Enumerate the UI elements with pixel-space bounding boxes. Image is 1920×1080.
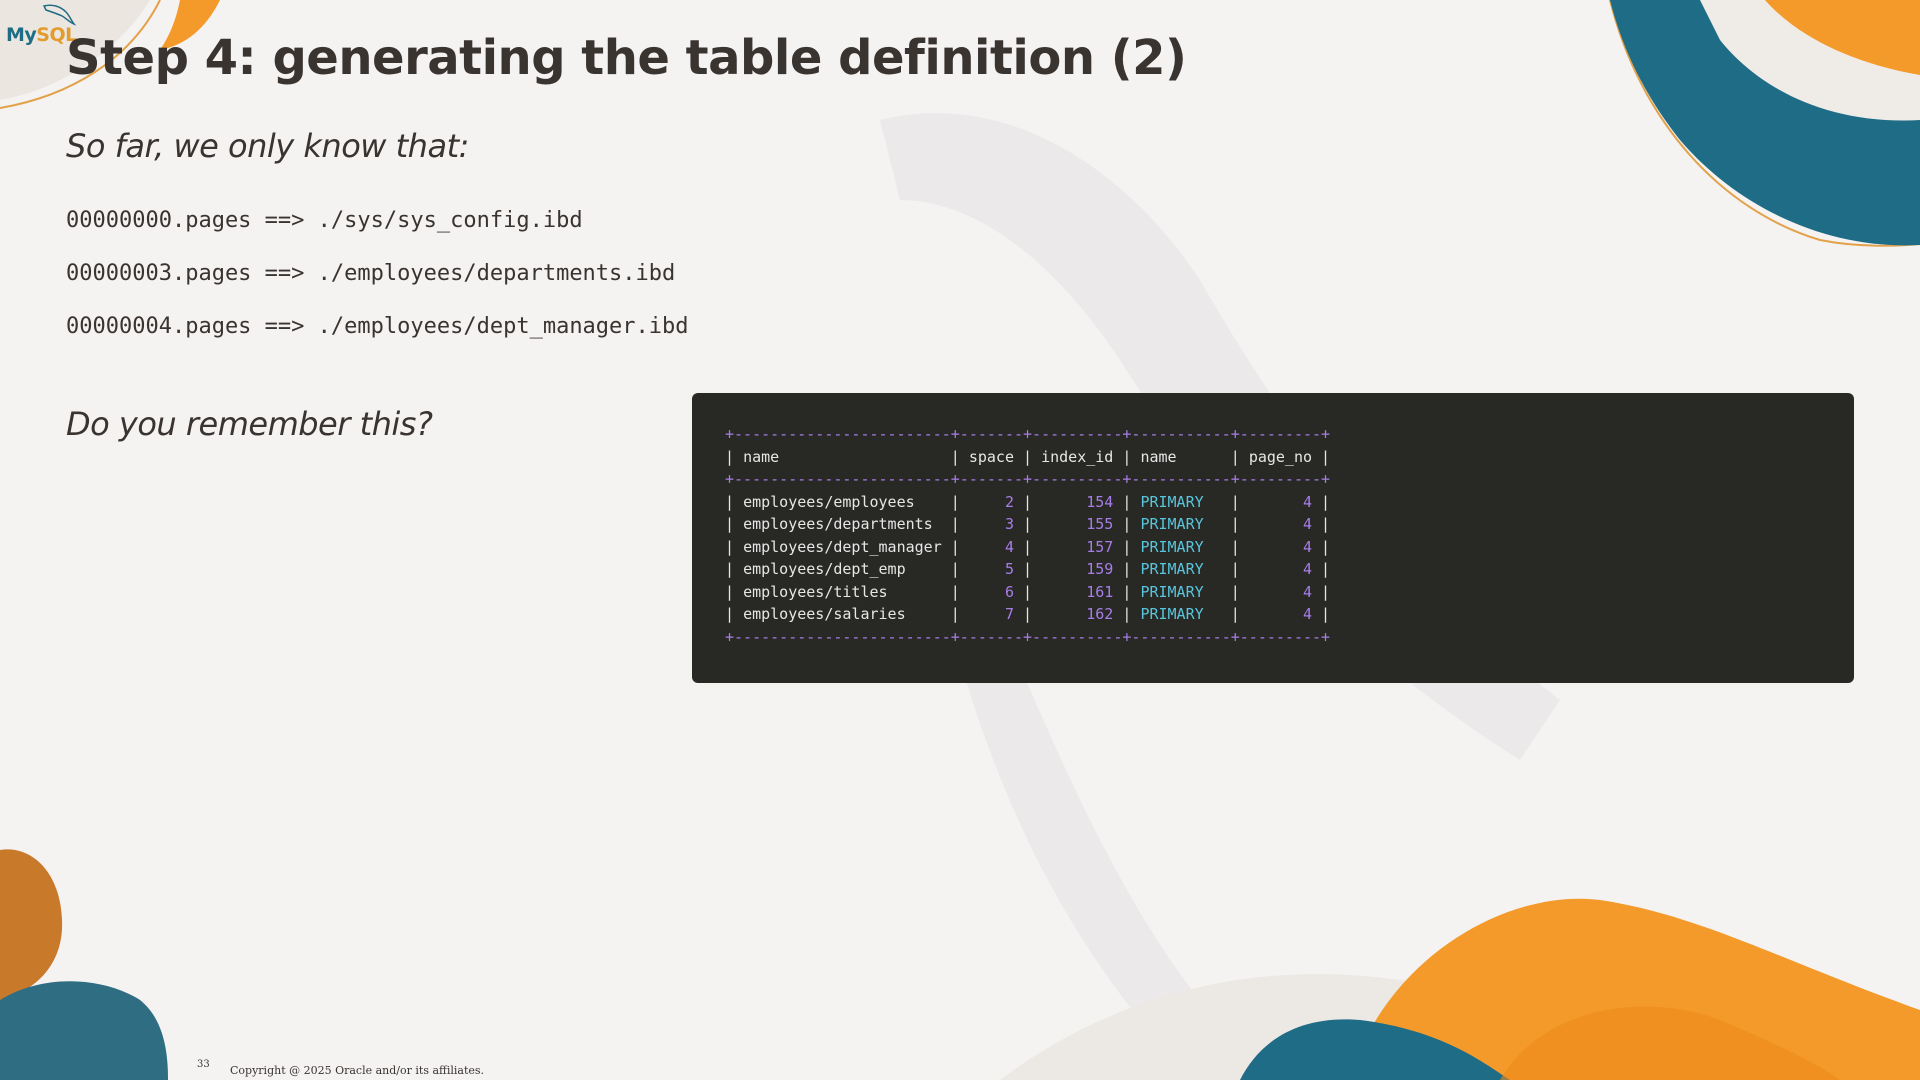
table-cell: 4 bbox=[1248, 515, 1313, 533]
table-cell: employees/departments bbox=[743, 515, 942, 533]
table-border: +------------------------+-------+------… bbox=[725, 425, 1331, 443]
table-cell: 4 bbox=[968, 537, 1014, 556]
table-cell: PRIMARY bbox=[1140, 582, 1222, 601]
column-divider: | bbox=[1113, 605, 1141, 623]
mapping-line: 00000003.pages ==> ./employees/departmen… bbox=[66, 261, 676, 286]
slide-title: Step 4: generating the table definition … bbox=[66, 30, 1187, 86]
column-divider: | bbox=[1014, 582, 1042, 601]
table-cell: 2 bbox=[968, 492, 1014, 511]
question-text: Do you remember this? bbox=[66, 405, 433, 443]
mapping-line: 00000004.pages ==> ./employees/dept_mana… bbox=[66, 314, 689, 339]
table-cell: employees/dept_emp bbox=[743, 560, 942, 578]
column-divider: | bbox=[1113, 515, 1141, 533]
logo-my: My bbox=[6, 24, 37, 46]
terminal-output: +------------------------+-------+------… bbox=[692, 393, 1854, 683]
column-divider: | bbox=[1014, 560, 1042, 578]
intro-text: So far, we only know that: bbox=[66, 127, 469, 165]
file-mapping-list: 00000000.pages ==> ./sys/sys_config.ibd … bbox=[66, 206, 689, 365]
column-divider: | bbox=[1113, 447, 1141, 466]
column-divider: | bbox=[1312, 582, 1331, 601]
column-divider: | bbox=[1113, 582, 1141, 601]
page-number: 33 bbox=[197, 1059, 210, 1070]
column-header: page_no bbox=[1248, 447, 1313, 466]
column-divider: | bbox=[725, 537, 744, 556]
dolphin-icon bbox=[42, 4, 76, 26]
table-cell: PRIMARY bbox=[1140, 515, 1222, 533]
column-divider: | bbox=[1113, 560, 1141, 578]
column-divider: | bbox=[1221, 515, 1249, 533]
column-divider: | bbox=[1312, 537, 1331, 556]
table-cell: 4 bbox=[1248, 560, 1313, 578]
table-cell: 157 bbox=[1041, 537, 1114, 556]
column-divider: | bbox=[1221, 492, 1249, 511]
column-divider: | bbox=[941, 492, 969, 511]
column-divider: | bbox=[941, 537, 969, 556]
column-divider: | bbox=[1014, 605, 1042, 623]
table-cell: PRIMARY bbox=[1140, 492, 1222, 511]
column-header: index_id bbox=[1041, 447, 1114, 466]
column-divider: | bbox=[1312, 605, 1331, 623]
column-divider: | bbox=[1312, 492, 1331, 511]
table-cell: PRIMARY bbox=[1140, 537, 1222, 556]
column-divider: | bbox=[1221, 537, 1249, 556]
table-cell: 4 bbox=[1248, 605, 1313, 623]
table-cell: 4 bbox=[1248, 582, 1313, 601]
table-cell: 154 bbox=[1041, 492, 1114, 511]
column-header: name bbox=[1140, 447, 1222, 466]
table-cell: PRIMARY bbox=[1140, 605, 1222, 623]
table-cell: 6 bbox=[968, 582, 1014, 601]
column-divider: | bbox=[1221, 560, 1249, 578]
column-divider: | bbox=[1221, 582, 1249, 601]
table-cell: 7 bbox=[968, 605, 1014, 623]
column-divider: | bbox=[725, 605, 744, 623]
table-cell: 161 bbox=[1041, 582, 1114, 601]
table-cell: 162 bbox=[1041, 605, 1114, 623]
column-divider: | bbox=[1312, 515, 1331, 533]
column-divider: | bbox=[941, 515, 969, 533]
column-divider: | bbox=[1221, 605, 1249, 623]
table-cell: employees/dept_manager bbox=[743, 537, 942, 556]
column-divider: | bbox=[1014, 492, 1042, 511]
table-cell: 159 bbox=[1041, 560, 1114, 578]
column-divider: | bbox=[1113, 537, 1141, 556]
column-divider: | bbox=[1014, 515, 1042, 533]
table-border: +------------------------+-------+------… bbox=[725, 627, 1331, 646]
column-divider: | bbox=[1221, 447, 1249, 466]
column-divider: | bbox=[941, 605, 969, 623]
column-divider: | bbox=[941, 560, 969, 578]
table-cell: 5 bbox=[968, 560, 1014, 578]
column-divider: | bbox=[941, 582, 969, 601]
mapping-line: 00000000.pages ==> ./sys/sys_config.ibd bbox=[66, 208, 583, 233]
table-cell: 4 bbox=[1248, 492, 1313, 511]
column-divider: | bbox=[1014, 537, 1042, 556]
table-cell: 3 bbox=[968, 515, 1014, 533]
column-divider: | bbox=[725, 492, 744, 511]
column-divider: | bbox=[725, 447, 744, 466]
table-cell: 4 bbox=[1248, 537, 1313, 556]
column-divider: | bbox=[941, 447, 969, 466]
table-border: +------------------------+-------+------… bbox=[725, 470, 1331, 488]
column-divider: | bbox=[725, 582, 744, 601]
column-divider: | bbox=[1014, 447, 1042, 466]
column-divider: | bbox=[1312, 447, 1331, 466]
table-cell: PRIMARY bbox=[1140, 560, 1222, 578]
column-header: space bbox=[968, 447, 1014, 466]
column-divider: | bbox=[725, 515, 744, 533]
table-cell: employees/salaries bbox=[743, 605, 942, 623]
table-cell: 155 bbox=[1041, 515, 1114, 533]
column-divider: | bbox=[1312, 560, 1331, 578]
copyright-notice: Copyright @ 2025 Oracle and/or its affil… bbox=[230, 1064, 485, 1077]
column-divider: | bbox=[1113, 492, 1141, 511]
column-header: name bbox=[743, 447, 942, 466]
table-cell: employees/titles bbox=[743, 582, 942, 601]
column-divider: | bbox=[725, 560, 744, 578]
query-result-table: +------------------------+-------+------… bbox=[725, 423, 1330, 648]
table-cell: employees/employees bbox=[743, 492, 942, 511]
